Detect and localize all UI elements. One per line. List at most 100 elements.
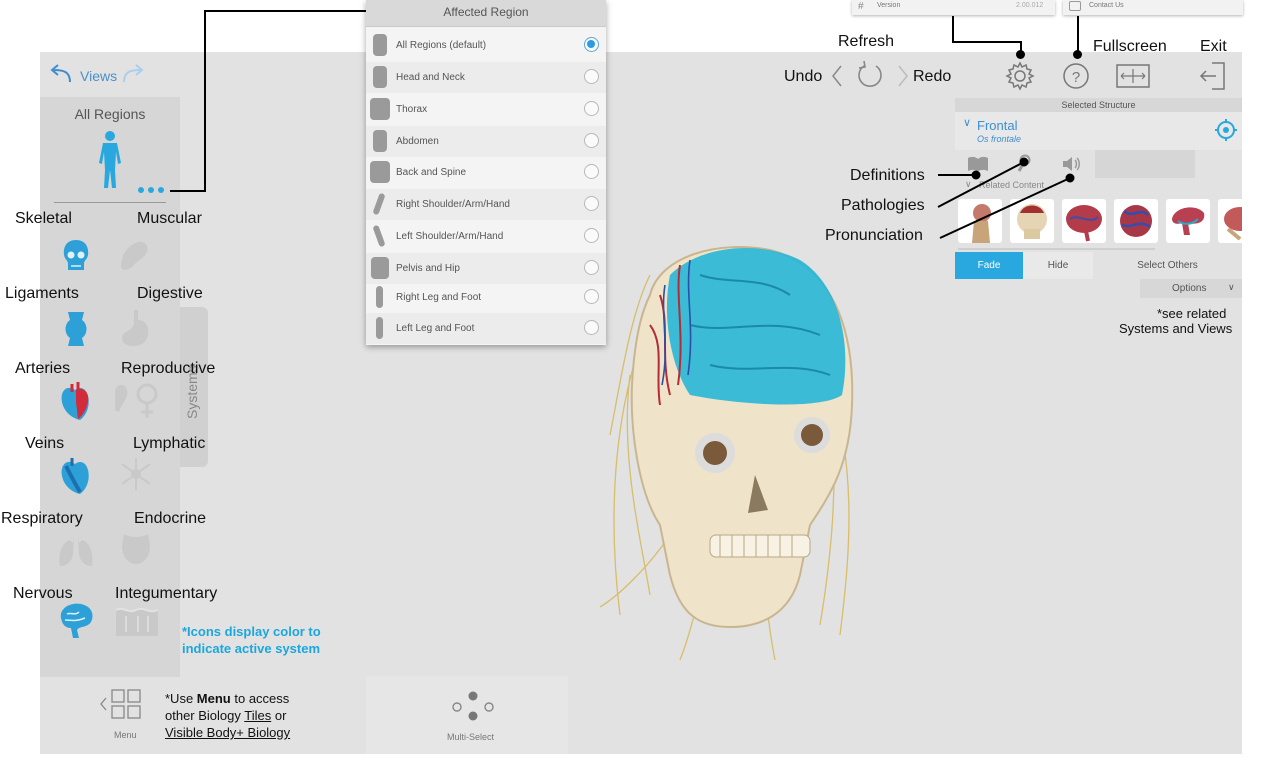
radio[interactable]	[584, 101, 599, 116]
region-label: Thorax	[396, 104, 428, 115]
select-others-button[interactable]: Select Others	[1093, 252, 1242, 279]
views-label: Views	[80, 68, 118, 84]
lymphatic-icon[interactable]	[116, 454, 156, 494]
tiles-link[interactable]: Tiles	[244, 708, 271, 723]
structure-name: Frontal	[977, 118, 1018, 133]
callout-line	[1077, 16, 1079, 54]
arm-icon	[372, 192, 386, 216]
callout-dot	[1016, 50, 1025, 59]
system-label-arteries: Arteries	[15, 360, 71, 377]
version-value: 2.00.012	[1016, 2, 1044, 9]
region-title: All Regions	[74, 106, 146, 122]
refresh-button[interactable]	[856, 60, 884, 90]
region-row-left-arm[interactable]: Left Shoulder/Arm/Hand	[366, 221, 606, 252]
fullscreen-button[interactable]	[1115, 62, 1151, 90]
fullscreen-icon	[1116, 64, 1150, 88]
visible-body-link[interactable]: Visible Body+ Biology	[165, 725, 290, 740]
radio-selected[interactable]	[584, 37, 599, 52]
settings-button[interactable]	[1005, 61, 1035, 91]
radio[interactable]	[584, 69, 599, 84]
radio[interactable]	[584, 164, 599, 179]
brain-section-thumbnail-icon	[1172, 207, 1205, 235]
pelvis-icon	[371, 257, 389, 279]
help-icon: ?	[1063, 63, 1089, 89]
system-label-digestive: Digestive	[137, 285, 203, 302]
system-label-muscular: Muscular	[137, 210, 202, 227]
options-dropdown[interactable]: Options ∨	[1140, 279, 1242, 298]
hide-button[interactable]: Hide	[1023, 252, 1093, 279]
muscle-icon[interactable]	[115, 236, 155, 276]
region-label: Back and Spine	[396, 167, 467, 178]
redo-label: Redo	[913, 68, 952, 85]
region-label: Left Leg and Foot	[396, 323, 475, 334]
menu-button[interactable]: Menu	[98, 688, 150, 742]
active-system-note: *Icons display color to indicate active …	[182, 624, 321, 656]
menu-note-line2: other Biology	[165, 708, 245, 723]
region-row-right-leg[interactable]: Right Leg and Foot	[366, 282, 606, 313]
system-label-skeletal: Skeletal	[15, 210, 72, 227]
region-row-right-arm[interactable]: Right Shoulder/Arm/Hand	[366, 189, 606, 220]
region-row-abdomen[interactable]: Abdomen	[366, 126, 606, 157]
target-icon[interactable]	[1215, 119, 1237, 141]
related-thumbnail[interactable]	[1218, 199, 1242, 243]
undo-button[interactable]	[830, 64, 844, 88]
region-row-head[interactable]: Head and Neck	[366, 62, 606, 93]
region-row-thorax[interactable]: Thorax	[366, 94, 606, 125]
abdomen-icon	[373, 130, 387, 152]
region-label: Right Leg and Foot	[396, 292, 482, 303]
body-figure-icon[interactable]	[95, 130, 125, 190]
redo-button[interactable]	[896, 64, 910, 88]
region-panel-title: Affected Region	[366, 0, 606, 27]
region-row-pelvis[interactable]: Pelvis and Hip	[366, 253, 606, 284]
region-label: Left Shoulder/Arm/Hand	[396, 231, 504, 242]
endocrine-icon[interactable]	[116, 528, 156, 568]
version-label: Version	[877, 2, 901, 9]
system-label-ligaments: Ligaments	[5, 285, 79, 302]
region-row-back[interactable]: Back and Spine	[366, 157, 606, 188]
heart-artery-icon[interactable]	[58, 382, 92, 422]
version-menu-item[interactable]: # Version 2.00.012	[852, 0, 1055, 15]
callout-line	[952, 16, 954, 42]
brain-icon[interactable]	[55, 600, 97, 640]
related-thumbnail[interactable]	[1166, 199, 1210, 243]
select-others-label: Select Others	[1137, 260, 1198, 271]
related-note-line2: Systems and Views	[1119, 321, 1233, 336]
help-button[interactable]: ?	[1062, 61, 1090, 91]
fade-hide-row: Fade Hide Select Others	[955, 252, 1242, 279]
stomach-icon[interactable]	[116, 308, 156, 350]
callout-line	[170, 190, 206, 192]
menu-label: Menu	[114, 730, 137, 740]
menu-note-bold: Menu	[196, 691, 231, 706]
leg-icon	[376, 286, 383, 308]
exit-icon	[1199, 62, 1225, 90]
exit-button[interactable]	[1198, 60, 1228, 92]
structure-info: ∨ Frontal Os frontale	[955, 112, 1242, 150]
region-row-all[interactable]: All Regions (default)	[366, 30, 606, 61]
anatomy-3d-model[interactable]	[590, 235, 870, 665]
lungs-icon[interactable]	[56, 530, 96, 570]
hash-icon: #	[858, 1, 864, 12]
region-row-left-leg[interactable]: Left Leg and Foot	[366, 313, 606, 344]
callout-line	[204, 10, 206, 192]
fade-button[interactable]: Fade	[955, 252, 1023, 279]
radio[interactable]	[584, 133, 599, 148]
exit-label: Exit	[1200, 38, 1227, 55]
pathologies-callout: Pathologies	[841, 197, 925, 214]
menu-note-prefix: *Use	[165, 691, 197, 706]
related-thumbnail[interactable]	[1114, 199, 1158, 243]
views-back-button[interactable]: Views	[48, 64, 168, 88]
head-icon	[373, 66, 387, 88]
heart-vein-icon[interactable]	[58, 456, 92, 496]
skull-icon[interactable]	[60, 238, 92, 274]
selected-structure-title: Selected Structure	[1061, 100, 1136, 110]
region-label: Abdomen	[396, 136, 439, 147]
contact-menu-item[interactable]: Contact Us	[1063, 0, 1243, 15]
ligament-icon[interactable]	[62, 310, 90, 348]
reproductive-icon[interactable]	[111, 380, 161, 422]
multiselect-button[interactable]: Multi-Select	[440, 688, 510, 744]
radio[interactable]	[584, 196, 599, 211]
multiselect-icon	[452, 691, 494, 721]
skin-icon[interactable]	[114, 602, 160, 638]
chevron-down-icon[interactable]: ∨	[963, 116, 971, 129]
region-more-dots[interactable]	[136, 185, 170, 195]
